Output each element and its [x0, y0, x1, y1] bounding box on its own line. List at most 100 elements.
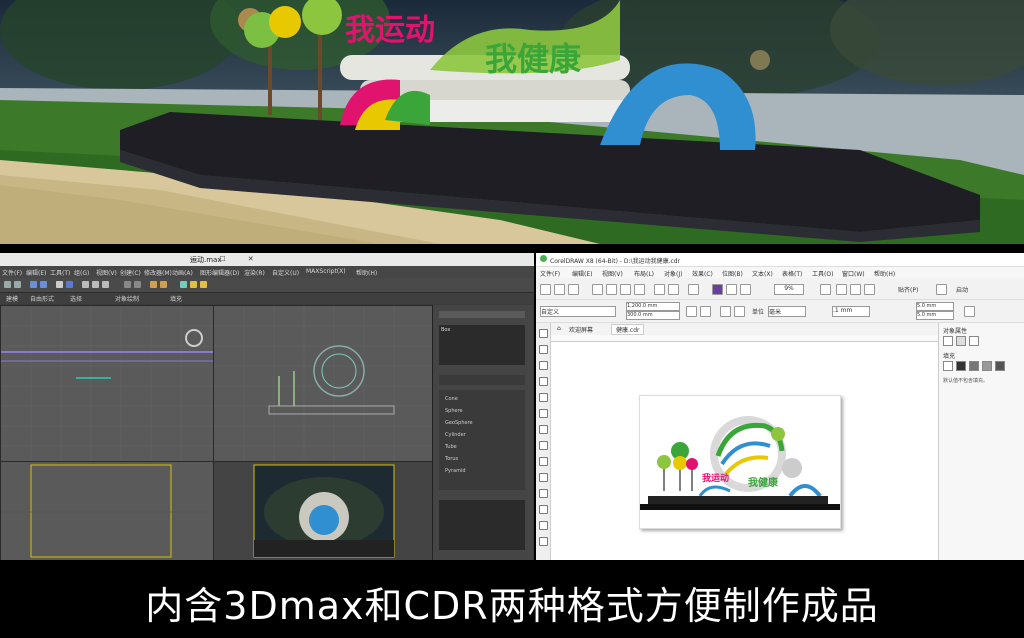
align-icon[interactable]	[160, 281, 167, 288]
drop-shadow-icon[interactable]	[539, 521, 548, 530]
duplicate-y-input[interactable]: 5.0 mm	[916, 311, 954, 320]
shape-tool-icon[interactable]	[539, 345, 548, 354]
artistic-media-icon[interactable]	[539, 409, 548, 418]
polygon-tool-icon[interactable]	[539, 457, 548, 466]
panel-item[interactable]: Sphere	[445, 408, 463, 414]
max-menu-item[interactable]: 帮助(H)	[356, 268, 377, 277]
max-menu-item[interactable]: MAXScript(X)	[306, 268, 346, 275]
cdr-menu-item[interactable]: 表格(T)	[782, 269, 802, 278]
transparency-icon[interactable]	[969, 336, 979, 346]
paste-icon[interactable]	[634, 284, 645, 295]
page-height-input[interactable]: 300.0 mm	[626, 311, 680, 320]
panel-item[interactable]: Cylinder	[445, 432, 466, 438]
tab-document[interactable]: 健康.cdr	[611, 324, 645, 335]
connector-tool-icon[interactable]	[539, 505, 548, 514]
horizontal-ruler[interactable]	[551, 335, 938, 342]
full-screen-icon[interactable]	[820, 284, 831, 295]
panel-item[interactable]: Torus	[445, 456, 458, 462]
max-menu-item[interactable]: 文件(F)	[2, 268, 22, 277]
select-region-icon[interactable]	[66, 281, 73, 288]
max-menu-item[interactable]: 组(G)	[74, 268, 89, 277]
print-icon[interactable]	[592, 284, 603, 295]
launch-label[interactable]: 启动	[956, 285, 968, 294]
redo-icon[interactable]	[14, 281, 21, 288]
mirror-icon[interactable]	[150, 281, 157, 288]
gradient-fill-icon[interactable]	[969, 361, 979, 371]
portrait-icon[interactable]	[686, 306, 697, 317]
rotate-icon[interactable]	[92, 281, 99, 288]
search-icon[interactable]	[688, 284, 699, 295]
ribbon-tab[interactable]: 填充	[170, 294, 182, 303]
cut-icon[interactable]	[606, 284, 617, 295]
max-menu-item[interactable]: 编辑(E)	[26, 268, 46, 277]
freehand-tool-icon[interactable]	[539, 393, 548, 402]
snap-to-label[interactable]: 贴齐(P)	[898, 285, 918, 294]
max-menu-item[interactable]: 视图(V)	[96, 268, 117, 277]
max-menu-item[interactable]: 创建(C)	[120, 268, 141, 277]
no-fill-icon[interactable]	[943, 361, 953, 371]
tab-welcome[interactable]: 欢迎屏幕	[569, 325, 593, 334]
material-editor-icon[interactable]	[180, 281, 187, 288]
panel-item[interactable]: Pyramid	[445, 468, 466, 474]
uniform-fill-icon[interactable]	[956, 361, 966, 371]
rulers-icon[interactable]	[836, 284, 847, 295]
panel-tabs[interactable]	[439, 311, 525, 318]
options-icon[interactable]	[936, 284, 947, 295]
open-icon[interactable]	[554, 284, 565, 295]
cdr-menu-item[interactable]: 布局(L)	[634, 269, 654, 278]
cdr-menu-item[interactable]: 文本(X)	[752, 269, 773, 278]
corel-connect-icon[interactable]	[712, 284, 723, 295]
grid-icon[interactable]	[850, 284, 861, 295]
outline-icon[interactable]	[943, 336, 953, 346]
copy-icon[interactable]	[620, 284, 631, 295]
zoom-level[interactable]: 9%	[774, 284, 804, 295]
viewport-left[interactable]	[0, 461, 214, 560]
duplicate-x-input[interactable]: 5.0 mm	[916, 302, 954, 311]
max-menu-item[interactable]: 修改器(M)	[144, 268, 172, 277]
nudge-input[interactable]: .1 mm	[832, 306, 870, 317]
cdr-drawing-area[interactable]: ⌂ 欢迎屏幕 健康.cdr 我运动 我健康	[551, 323, 938, 560]
set-default-icon[interactable]	[964, 306, 975, 317]
panel-item[interactable]: GeoSphere	[445, 420, 473, 426]
angle-snap-icon[interactable]	[134, 281, 141, 288]
link-icon[interactable]	[30, 281, 37, 288]
ribbon-tab[interactable]: 建模	[6, 294, 18, 303]
cdr-menu-item[interactable]: 帮助(H)	[874, 269, 895, 278]
cdr-menu-item[interactable]: 位图(B)	[722, 269, 743, 278]
object-list[interactable]: Box	[439, 325, 525, 365]
cdr-menu-item[interactable]: 窗口(W)	[842, 269, 865, 278]
panel-item[interactable]: Tube	[445, 444, 457, 450]
page-size-select[interactable]: 自定义	[540, 306, 616, 317]
landscape-icon[interactable]	[700, 306, 711, 317]
import-icon[interactable]	[726, 284, 737, 295]
select-icon[interactable]	[56, 281, 63, 288]
rollout-header[interactable]	[439, 375, 525, 385]
eyedropper-icon[interactable]	[539, 537, 548, 546]
save-icon[interactable]	[568, 284, 579, 295]
all-pages-icon[interactable]	[720, 306, 731, 317]
current-page-icon[interactable]	[734, 306, 745, 317]
render-icon[interactable]	[200, 281, 207, 288]
units-select[interactable]: 毫米	[768, 306, 806, 317]
viewport-top[interactable]	[0, 305, 214, 462]
max-menu-item[interactable]: 自定义(U)	[272, 268, 299, 277]
snap-icon[interactable]	[124, 281, 131, 288]
unlink-icon[interactable]	[40, 281, 47, 288]
cdr-menu-item[interactable]: 视图(V)	[602, 269, 623, 278]
max-menu-item[interactable]: 动画(A)	[172, 268, 193, 277]
max-menu-item[interactable]: 图形编辑器(D)	[200, 268, 239, 277]
cdr-menu-item[interactable]: 文件(F)	[540, 269, 560, 278]
max-window-controls[interactable]: — ☐ ✕	[190, 255, 530, 263]
page-width-input[interactable]: 1,200.0 mm	[626, 302, 680, 311]
text-tool-icon[interactable]	[539, 473, 548, 482]
pick-tool-icon[interactable]	[539, 329, 548, 338]
cdr-menu-item[interactable]: 对象(J)	[664, 269, 682, 278]
pattern-fill-icon[interactable]	[982, 361, 992, 371]
undo-icon[interactable]	[4, 281, 11, 288]
redo-icon[interactable]	[668, 284, 679, 295]
cdr-menu-item[interactable]: 编辑(E)	[572, 269, 592, 278]
fill-icon[interactable]	[956, 336, 966, 346]
cdr-menu-item[interactable]: 工具(O)	[812, 269, 833, 278]
viewport-front[interactable]	[213, 305, 433, 462]
crop-tool-icon[interactable]	[539, 361, 548, 370]
